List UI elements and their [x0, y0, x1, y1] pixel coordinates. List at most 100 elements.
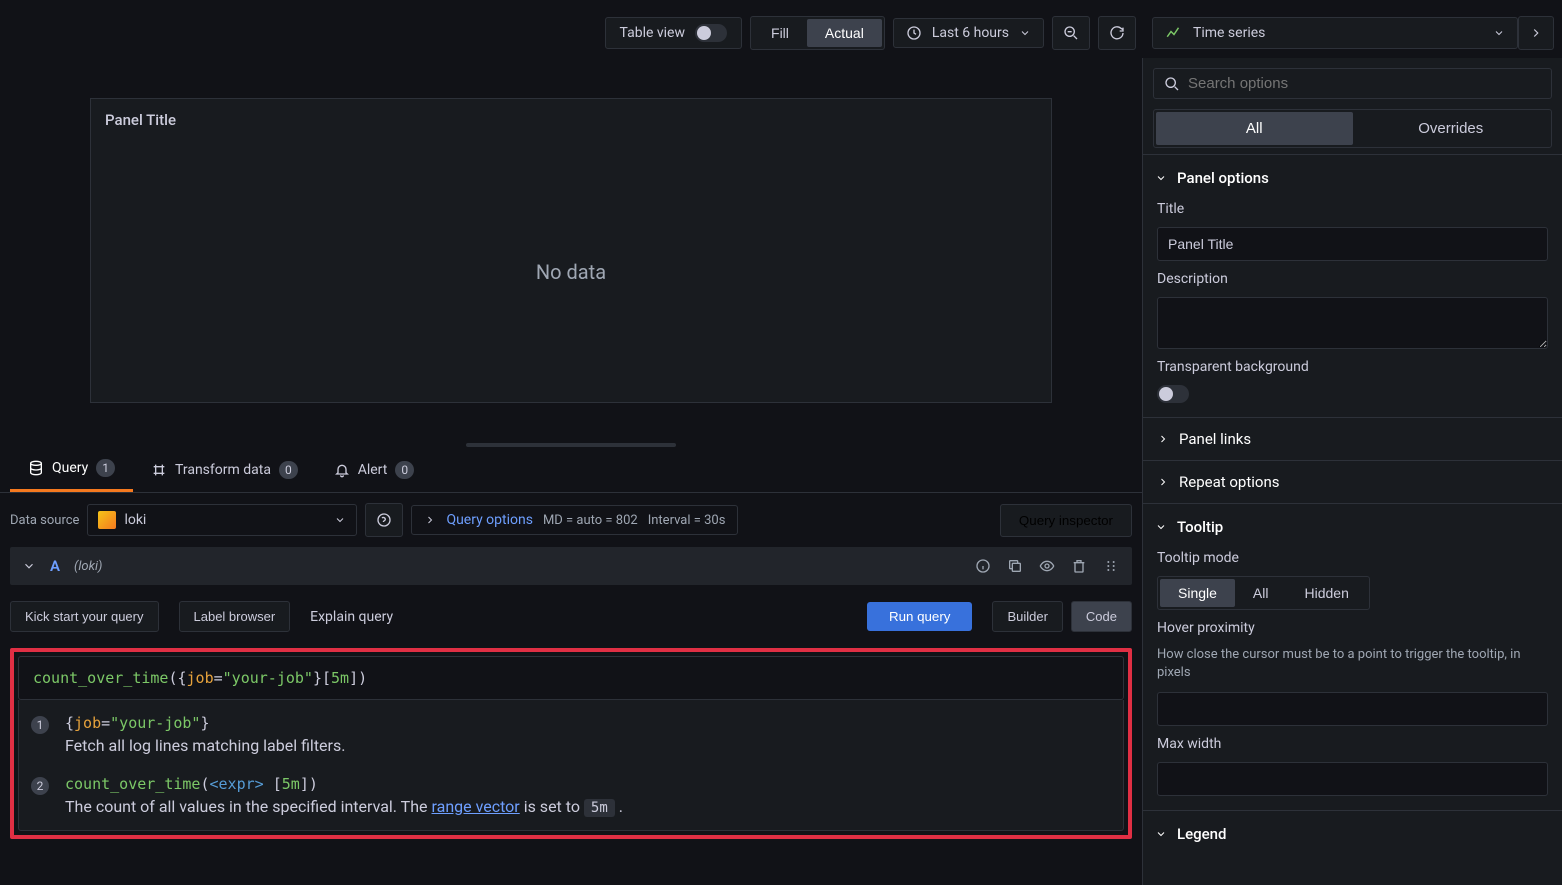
code-token: }[	[313, 669, 331, 687]
panel-title: Panel Title	[91, 99, 1051, 141]
transparent-toggle[interactable]	[1157, 385, 1189, 403]
zoom-out-button[interactable]	[1052, 16, 1090, 50]
chevron-down-icon	[1155, 172, 1167, 184]
kickstart-button[interactable]: Kick start your query	[10, 601, 159, 632]
section-heading[interactable]: Panel options	[1143, 155, 1562, 201]
chevron-down-icon	[1155, 521, 1167, 533]
panel-body: No data	[91, 141, 1051, 402]
options-search[interactable]	[1153, 68, 1552, 99]
query-options-md: MD = auto = 802	[543, 513, 638, 528]
search-input[interactable]	[1188, 75, 1541, 92]
query-code-input[interactable]: count_over_time({job="your-job"}[5m])	[18, 656, 1124, 700]
code-token: job	[187, 669, 214, 687]
visualization-picker-wrap: Time series	[1144, 16, 1554, 50]
question-icon	[376, 512, 392, 528]
section-panel-options: Panel options Title Description Transpar…	[1143, 154, 1562, 503]
datasource-label: Data source	[10, 513, 79, 528]
options-subtabs: All Overrides	[1153, 109, 1552, 148]
chevron-down-icon	[1019, 27, 1031, 39]
maxwidth-input[interactable]	[1157, 762, 1548, 796]
code-button[interactable]: Code	[1071, 601, 1132, 632]
tooltip-mode-all[interactable]: All	[1235, 579, 1287, 607]
toggle-switch[interactable]	[695, 24, 727, 42]
hover-proximity-input[interactable]	[1157, 692, 1548, 726]
panel-links-section[interactable]: Panel links	[1143, 417, 1562, 460]
fill-button[interactable]: Fill	[753, 19, 807, 47]
table-view-toggle[interactable]: Table view	[605, 17, 743, 49]
code-token: count_over_time	[33, 669, 168, 687]
field-desc-input[interactable]	[1157, 297, 1548, 349]
repeat-options-section[interactable]: Repeat options	[1143, 460, 1562, 503]
zoom-out-icon	[1063, 25, 1079, 41]
tab-alert[interactable]: Alert 0	[316, 447, 432, 492]
delete-button[interactable]	[1070, 557, 1088, 575]
explanation-code: {job="your-job"}	[65, 714, 345, 732]
subtab-overrides[interactable]: Overrides	[1353, 112, 1550, 145]
chevron-down-icon	[1493, 27, 1505, 39]
explanation-list: 1 {job="your-job"} Fetch all log lines m…	[18, 700, 1124, 831]
section-heading[interactable]: Legend	[1143, 811, 1562, 857]
datasource-help-button[interactable]	[365, 503, 403, 537]
explanation-number: 1	[31, 716, 49, 734]
hide-button[interactable]	[1038, 557, 1056, 575]
tab-transform-label: Transform data	[175, 462, 271, 478]
datasource-select[interactable]: loki	[87, 504, 357, 536]
collapse-sidebar-button[interactable]	[1518, 16, 1554, 50]
query-tabs: Query 1 Transform data 0 Alert 0	[0, 447, 1142, 493]
label-browser-button[interactable]: Label browser	[179, 601, 291, 632]
section-heading[interactable]: Tooltip	[1143, 504, 1562, 550]
field-title-input[interactable]	[1157, 227, 1548, 261]
visualization-label: Time series	[1193, 25, 1265, 41]
kbd: 5m	[584, 799, 615, 817]
query-options-toggle[interactable]: Query options MD = auto = 802 Interval =…	[411, 505, 738, 535]
chevron-down-icon	[334, 514, 346, 526]
query-subtitle: (loki)	[74, 559, 102, 574]
refresh-button[interactable]	[1098, 16, 1136, 50]
explanation-code: count_over_time(<expr> [5m])	[65, 775, 623, 793]
copy-button[interactable]	[1006, 557, 1024, 575]
tooltip-mode-selector: Single All Hidden	[1157, 576, 1370, 610]
tooltip-mode-single[interactable]: Single	[1160, 579, 1235, 607]
fit-selector: Fill Actual	[750, 16, 885, 50]
maxwidth-label: Max width	[1157, 736, 1548, 752]
transform-icon	[151, 462, 167, 478]
run-query-button[interactable]: Run query	[867, 602, 973, 631]
chevron-right-icon	[1157, 433, 1169, 445]
explain-label: Explain query	[310, 609, 393, 625]
visualization-picker[interactable]: Time series	[1152, 17, 1518, 49]
help-button[interactable]	[974, 557, 992, 575]
tooltip-mode-hidden[interactable]: Hidden	[1286, 579, 1366, 607]
trash-icon	[1071, 558, 1087, 574]
panel-empty-state: No data	[536, 260, 606, 284]
range-vector-link[interactable]: range vector	[432, 797, 520, 816]
explanation-item: 2 count_over_time(<expr> [5m]) The count…	[31, 775, 1111, 816]
code-token: ({	[168, 669, 186, 687]
tab-transform[interactable]: Transform data 0	[133, 447, 316, 492]
query-row-header: A (loki)	[10, 547, 1132, 585]
field-desc-label: Description	[1157, 271, 1548, 287]
field-transparent-label: Transparent background	[1157, 359, 1548, 375]
tab-query[interactable]: Query 1	[10, 447, 133, 492]
datasource-selected: loki	[124, 512, 146, 528]
query-id[interactable]: A	[50, 557, 60, 575]
chevron-right-icon	[1529, 26, 1543, 40]
code-token: ])	[349, 669, 367, 687]
chevron-right-icon	[1157, 476, 1169, 488]
explain-query-toggle[interactable]: Explain query	[310, 609, 393, 625]
time-range-picker[interactable]: Last 6 hours	[893, 18, 1044, 48]
builder-button[interactable]: Builder	[992, 601, 1062, 632]
options-sidebar: All Overrides Panel options Title Descri…	[1142, 58, 1562, 885]
hover-proximity-help: How close the cursor must be to a point …	[1157, 646, 1548, 682]
panel-canvas: Panel Title No data	[0, 58, 1142, 443]
chevron-down-icon[interactable]	[22, 559, 36, 573]
timeseries-icon	[1165, 24, 1183, 42]
tab-query-count: 1	[96, 459, 115, 477]
query-panel: Data source loki Query options MD = auto…	[0, 493, 1142, 849]
database-icon	[28, 460, 44, 476]
tab-query-label: Query	[52, 460, 88, 476]
query-inspector-button[interactable]: Query inspector	[1000, 504, 1132, 537]
explanation-description: The count of all values in the specified…	[65, 797, 623, 816]
subtab-all[interactable]: All	[1156, 112, 1353, 145]
actual-button[interactable]: Actual	[807, 19, 882, 47]
drag-handle[interactable]	[1102, 557, 1120, 575]
